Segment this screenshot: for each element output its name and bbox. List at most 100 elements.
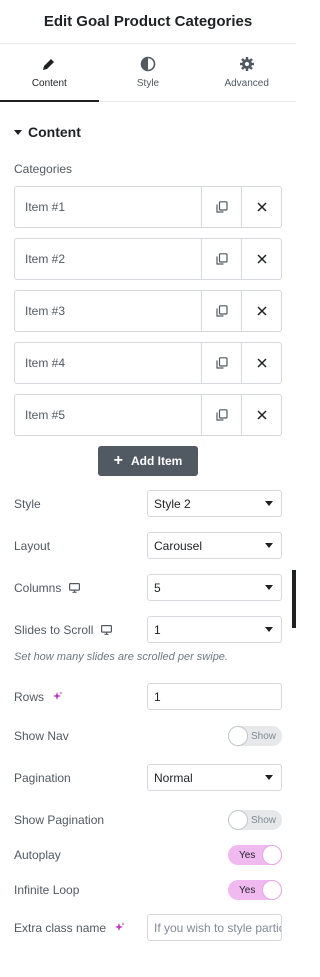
ai-sparkle-icon[interactable]	[114, 922, 125, 933]
columns-value: 5	[154, 580, 161, 595]
panel-collapse-handle[interactable]	[292, 570, 296, 628]
chevron-down-icon	[265, 585, 273, 590]
autoplay-control: Autoplay Yes	[14, 845, 282, 865]
remove-button[interactable]	[241, 239, 281, 279]
repeater-item-title[interactable]: Item #5	[15, 395, 201, 435]
rows-input[interactable]: 1	[147, 683, 282, 710]
desktop-icon[interactable]	[101, 624, 113, 635]
tab-advanced[interactable]: Advanced	[197, 44, 296, 101]
categories-repeater: Item #1 Item #2 Item #3 Item #4 Item #5	[14, 186, 282, 436]
duplicate-button[interactable]	[201, 291, 241, 331]
infinite-loop-state: Yes	[239, 884, 256, 896]
tab-content[interactable]: Content	[0, 44, 99, 102]
slides-label-wrap: Slides to Scroll	[14, 622, 113, 637]
plus-icon: +	[113, 452, 123, 469]
rows-label-wrap: Rows	[14, 690, 63, 704]
copy-icon	[215, 409, 228, 421]
repeater-item-title[interactable]: Item #4	[15, 343, 201, 383]
style-control: Style Style 2	[14, 490, 282, 517]
slides-to-scroll-label: Slides to Scroll	[14, 622, 94, 637]
categories-label: Categories	[14, 162, 73, 176]
close-icon	[256, 254, 267, 264]
chevron-down-icon	[265, 501, 273, 506]
copy-icon	[215, 357, 228, 369]
remove-button[interactable]	[241, 343, 281, 383]
columns-control: Columns 5	[14, 574, 282, 601]
toggle-knob	[262, 880, 282, 900]
style-value: Style 2	[154, 496, 191, 511]
extra-class-label: Extra class name	[14, 920, 107, 935]
slides-help-text: Set how many slides are scrolled per swi…	[14, 651, 228, 663]
repeater-item[interactable]: Item #3	[14, 290, 282, 332]
repeater-item-title[interactable]: Item #1	[15, 187, 201, 227]
add-item-label: Add Item	[131, 454, 183, 468]
panel-header: Edit Goal Product Categories	[0, 0, 296, 44]
remove-button[interactable]	[241, 291, 281, 331]
chevron-down-icon	[265, 543, 273, 548]
show-nav-state: Show	[250, 730, 276, 742]
extra-class-input[interactable]: If you wish to style particular	[147, 914, 282, 941]
add-item-button[interactable]: + Add Item	[98, 446, 198, 476]
layout-label: Layout	[14, 538, 51, 553]
tab-style[interactable]: Style	[99, 44, 198, 101]
chevron-down-icon	[265, 775, 273, 780]
close-icon	[256, 202, 267, 212]
content-section: Content Categories Item #1 Item #2 Item …	[0, 102, 296, 941]
show-pagination-control: Show Pagination Show	[14, 810, 282, 830]
copy-icon	[215, 253, 228, 265]
columns-label-wrap: Columns	[14, 580, 81, 595]
repeater-item[interactable]: Item #5	[14, 394, 282, 436]
slides-to-scroll-select[interactable]: 1	[147, 616, 282, 643]
close-icon	[256, 306, 267, 316]
columns-label: Columns	[14, 580, 62, 595]
layout-value: Carousel	[154, 538, 203, 553]
show-nav-toggle[interactable]: Show	[228, 726, 282, 746]
panel-title: Edit Goal Product Categories	[43, 13, 253, 30]
repeater-item-title[interactable]: Item #3	[15, 291, 201, 331]
repeater-item[interactable]: Item #2	[14, 238, 282, 280]
repeater-item-title[interactable]: Item #2	[15, 239, 201, 279]
show-pagination-state: Show	[250, 814, 276, 826]
repeater-item[interactable]: Item #1	[14, 186, 282, 228]
remove-button[interactable]	[241, 187, 281, 227]
extra-class-label-wrap: Extra class name	[14, 921, 125, 935]
duplicate-button[interactable]	[201, 239, 241, 279]
remove-button[interactable]	[241, 395, 281, 435]
columns-select[interactable]: 5	[147, 574, 282, 601]
section-toggle[interactable]: Content	[14, 102, 282, 162]
caret-down-icon	[14, 129, 22, 135]
contrast-icon	[140, 56, 156, 72]
desktop-icon[interactable]	[69, 582, 81, 593]
pagination-select[interactable]: Normal	[147, 764, 282, 791]
close-icon	[256, 410, 267, 420]
autoplay-toggle[interactable]: Yes	[228, 845, 282, 865]
tab-bar: Content Style Advanced	[0, 44, 296, 102]
chevron-down-icon	[265, 627, 273, 632]
show-pagination-label: Show Pagination	[14, 813, 105, 827]
copy-icon	[215, 305, 228, 317]
duplicate-button[interactable]	[201, 343, 241, 383]
close-icon	[256, 358, 267, 368]
tab-advanced-label: Advanced	[224, 78, 269, 89]
toggle-knob	[228, 810, 248, 830]
section-title: Content	[28, 124, 81, 140]
pencil-icon	[43, 59, 55, 70]
duplicate-button[interactable]	[201, 187, 241, 227]
layout-control: Layout Carousel	[14, 532, 282, 559]
extra-class-control: Extra class name If you wish to style pa…	[14, 914, 282, 941]
tab-content-label: Content	[31, 78, 67, 89]
layout-select[interactable]: Carousel	[147, 532, 282, 559]
tab-style-label: Style	[136, 78, 160, 89]
slides-to-scroll-value: 1	[154, 622, 161, 637]
duplicate-button[interactable]	[201, 395, 241, 435]
show-nav-control: Show Nav Show	[14, 726, 282, 746]
infinite-loop-toggle[interactable]: Yes	[228, 880, 282, 900]
infinite-loop-label: Infinite Loop	[14, 883, 80, 897]
show-pagination-toggle[interactable]: Show	[228, 810, 282, 830]
ai-sparkle-icon[interactable]	[52, 691, 63, 702]
rows-control: Rows 1	[14, 683, 282, 710]
repeater-item[interactable]: Item #4	[14, 342, 282, 384]
style-select[interactable]: Style 2	[147, 490, 282, 517]
style-label: Style	[14, 496, 41, 511]
toggle-knob	[262, 845, 282, 865]
